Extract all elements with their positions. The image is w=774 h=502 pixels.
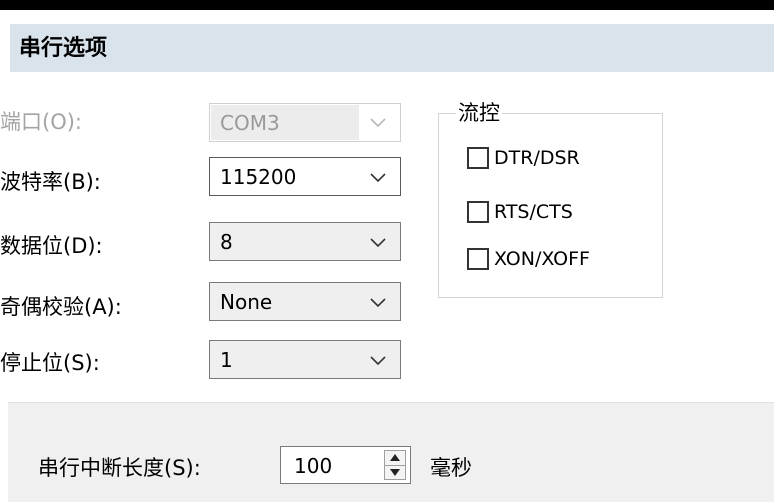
serial-break-label: 串行中断长度(S): (38, 456, 201, 480)
arrow-up-icon[interactable] (390, 454, 400, 461)
section-title: 串行选项 (19, 36, 108, 61)
spin-buttons[interactable] (384, 450, 406, 480)
parity-select[interactable]: None (209, 282, 401, 321)
baud-rate-select[interactable]: 115200 (209, 157, 401, 196)
dtr-dsr-label: DTR/DSR (494, 147, 580, 169)
xon-xoff-checkbox-box[interactable] (467, 248, 489, 270)
data-bits-select[interactable]: 8 (209, 222, 401, 261)
window-top-edge (0, 0, 774, 10)
baud-rate-label: 波特率(B): (0, 170, 101, 194)
data-bits-label: 数据位(D): (0, 234, 103, 258)
port-select: COM3 (209, 103, 401, 142)
xon-xoff-label: XON/XOFF (494, 248, 590, 270)
port-value: COM3 (220, 111, 280, 135)
chevron-down-icon (370, 118, 386, 128)
data-bits-value: 8 (220, 230, 233, 254)
serial-break-unit: 毫秒 (430, 456, 472, 480)
flow-control-legend: 流控 (456, 100, 502, 126)
chevron-down-icon (370, 173, 386, 183)
chevron-down-icon (370, 238, 386, 248)
baud-rate-value: 115200 (220, 165, 297, 189)
stop-bits-label: 停止位(S): (0, 351, 100, 375)
stop-bits-select[interactable]: 1 (209, 340, 401, 379)
section-header (10, 24, 774, 72)
serial-break-value[interactable]: 100 (294, 454, 332, 478)
stop-bits-value: 1 (220, 348, 233, 372)
parity-value: None (220, 290, 273, 314)
parity-label: 奇偶校验(A): (0, 295, 122, 319)
chevron-down-icon (370, 298, 386, 308)
arrow-down-icon[interactable] (390, 469, 400, 476)
serial-break-stepper[interactable]: 100 (280, 446, 411, 484)
rts-cts-checkbox-box[interactable] (467, 201, 489, 223)
rts-cts-label: RTS/CTS (494, 201, 573, 223)
port-label: 端口(O): (0, 110, 82, 134)
spin-divider (385, 465, 405, 466)
dtr-dsr-checkbox-box[interactable] (467, 147, 489, 169)
chevron-down-icon (370, 356, 386, 366)
